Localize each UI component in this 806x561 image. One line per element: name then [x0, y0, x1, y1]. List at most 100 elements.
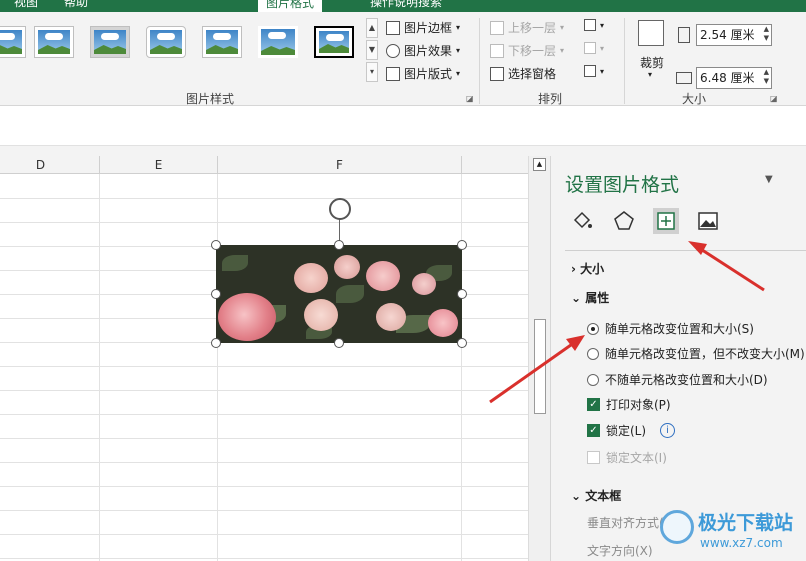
gridline	[0, 510, 528, 511]
vertical-scrollbar[interactable]: ▲	[528, 156, 550, 561]
resize-handle[interactable]	[457, 338, 467, 348]
effects-pentagon-icon[interactable]	[611, 208, 637, 234]
radio-no-move-no-size[interactable]: 不随单元格改变位置和大小(D)	[587, 371, 768, 388]
info-icon[interactable]: i	[660, 423, 676, 438]
send-backward-button[interactable]: 下移一层 ▾	[490, 42, 564, 59]
checkbox-box[interactable]	[587, 451, 600, 464]
picture-effects-button[interactable]: 图片效果 ▾	[386, 42, 460, 59]
gallery-up-button[interactable]: ▲	[366, 18, 378, 38]
picture-style-thumb[interactable]	[90, 26, 130, 58]
fill-line-icon[interactable]	[569, 208, 595, 234]
rotate-button[interactable]: ▾	[584, 65, 604, 77]
picture-style-thumb[interactable]	[146, 26, 186, 58]
column-header-e[interactable]: E	[100, 156, 218, 174]
crop-button[interactable]: 裁剪	[640, 54, 664, 71]
checkbox-locked[interactable]: ✓ 锁定(L) i	[587, 422, 676, 439]
checkmark-icon[interactable]: ✓	[587, 424, 600, 437]
gridline	[99, 174, 100, 561]
resize-handle[interactable]	[457, 289, 467, 299]
section-size[interactable]: › 大小	[571, 260, 604, 277]
separator	[479, 18, 480, 104]
picture-layout-button[interactable]: 图片版式 ▾	[386, 65, 460, 82]
gridline	[0, 366, 528, 367]
resize-handle[interactable]	[211, 240, 221, 250]
pane-options-chevron-icon[interactable]: ▼	[765, 174, 773, 185]
gallery-more-button[interactable]: ▾	[366, 62, 378, 82]
align-button[interactable]: ▾	[584, 19, 604, 31]
radio-dot[interactable]	[587, 373, 599, 386]
ribbon: ▲ ▼ ▾ 图片边框 ▾ 图片效果 ▾ 图片版式 ▾ 图片样式 ◪ 上移一层 ▾ 下移一…	[0, 12, 806, 106]
resize-handle[interactable]	[211, 289, 221, 299]
spin-arrows-icon[interactable]: ▲ ▼	[764, 25, 769, 43]
column-header-d[interactable]: D	[0, 156, 100, 174]
group-label-arrange: 排列	[538, 92, 563, 106]
resize-handle[interactable]	[334, 240, 344, 250]
picture-border-button[interactable]: 图片边框 ▾	[386, 19, 460, 36]
picture-style-thumb[interactable]	[0, 26, 26, 58]
watermark: 极光下载站 www.xz7.com	[660, 506, 806, 561]
chevron-right-icon: ›	[571, 262, 576, 276]
picture-style-thumb[interactable]	[34, 26, 74, 58]
section-textbox[interactable]: ⌄ 文本框	[571, 487, 621, 504]
selection-pane-icon	[490, 66, 504, 81]
scroll-up-icon[interactable]: ▲	[533, 158, 546, 171]
picture-style-thumb-selected[interactable]	[314, 26, 354, 58]
dialog-launcher-icon[interactable]: ◪	[770, 94, 778, 103]
gridline	[0, 486, 528, 487]
gallery-down-button[interactable]: ▼	[366, 40, 378, 60]
send-backward-icon	[490, 43, 504, 58]
gridline	[0, 222, 528, 223]
column-header-f[interactable]: F	[218, 156, 462, 174]
radio-move-no-size[interactable]: 随单元格改变位置，但不改变大小(M)	[587, 345, 805, 362]
rose-shape	[304, 299, 338, 331]
group-label-styles: 图片样式	[186, 92, 235, 106]
crop-icon[interactable]	[638, 20, 664, 46]
scrollbar-thumb[interactable]	[534, 319, 546, 414]
picture-icon[interactable]	[695, 208, 721, 234]
worksheet[interactable]: D E F	[0, 156, 528, 561]
height-spinner[interactable]: 2.54 厘米 ▲ ▼	[696, 24, 772, 46]
gridline	[0, 462, 528, 463]
pane-title: 设置图片格式	[565, 174, 680, 196]
section-properties[interactable]: ⌄ 属性	[571, 289, 609, 306]
tab-help[interactable]: 帮助	[64, 0, 88, 10]
tab-picture-format[interactable]: 图片格式	[258, 0, 323, 12]
align-icon	[584, 19, 596, 31]
spin-arrows-icon[interactable]: ▲ ▼	[764, 68, 769, 86]
radio-move-and-size[interactable]: 随单元格改变位置和大小(S)	[587, 320, 754, 337]
resize-handle[interactable]	[334, 338, 344, 348]
group-icon	[584, 42, 596, 54]
resize-handle[interactable]	[211, 338, 221, 348]
rose-shape	[334, 255, 360, 279]
selection-pane-button[interactable]: 选择窗格	[490, 65, 556, 82]
sheet-top-strip	[0, 146, 806, 156]
resize-handle[interactable]	[457, 240, 467, 250]
gridline	[0, 390, 528, 391]
group-button[interactable]: ▾	[584, 42, 604, 54]
rotate-handle-icon[interactable]	[329, 198, 351, 220]
chevron-down-icon: ⌄	[571, 489, 582, 503]
size-properties-icon[interactable]	[653, 208, 679, 234]
selected-picture[interactable]	[216, 245, 462, 343]
leaf-shape	[222, 255, 248, 271]
checkbox-lock-text[interactable]: 锁定文本(I)	[587, 449, 667, 466]
dialog-launcher-icon[interactable]: ◪	[466, 94, 474, 103]
width-spinner[interactable]: 6.48 厘米 ▲ ▼	[696, 67, 772, 89]
gridline	[0, 438, 528, 439]
picture-style-thumb[interactable]	[202, 26, 242, 58]
rose-shape	[294, 263, 328, 293]
radio-dot[interactable]	[587, 347, 599, 360]
bring-forward-button[interactable]: 上移一层 ▾	[490, 19, 564, 36]
rose-shape	[376, 303, 406, 331]
checkmark-icon[interactable]: ✓	[587, 398, 600, 411]
watermark-logo-icon	[660, 510, 694, 544]
tab-view[interactable]: 视图	[14, 0, 38, 10]
rotate-icon	[584, 65, 596, 77]
chevron-down-icon: ⌄	[571, 291, 582, 305]
picture-style-thumb[interactable]	[258, 26, 298, 58]
radio-dot[interactable]	[587, 322, 599, 335]
checkbox-print-object[interactable]: ✓ 打印对象(P)	[587, 396, 671, 413]
gridline	[217, 174, 218, 561]
tab-tell-me[interactable]: 操作说明搜索	[370, 0, 442, 10]
watermark-url: www.xz7.com	[700, 536, 783, 550]
